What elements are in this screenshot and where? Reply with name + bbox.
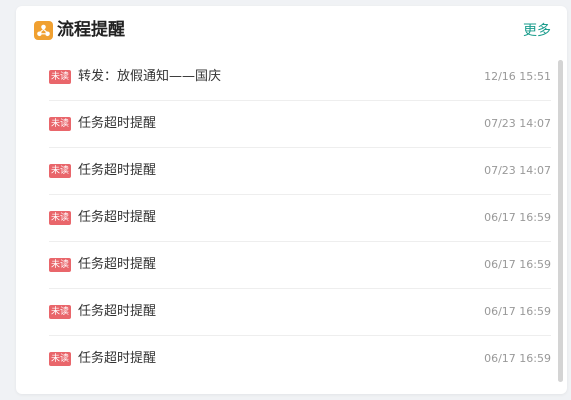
unread-badge: 未读 xyxy=(49,211,72,225)
reminder-list: 未读 转发：放假通知——国庆 12/16 15:51 未读 任务超时提醒 07/… xyxy=(49,54,551,382)
reminder-title[interactable]: 任务超时提醒 xyxy=(78,208,156,228)
unread-badge: 未读 xyxy=(49,305,72,319)
reminder-title[interactable]: 转发：放假通知——国庆 xyxy=(78,67,221,87)
reminder-time: 06/17 16:59 xyxy=(484,352,551,365)
unread-badge: 未读 xyxy=(49,117,72,131)
unread-badge: 未读 xyxy=(49,352,72,366)
reminder-time: 06/17 16:59 xyxy=(484,258,551,271)
reminder-time: 12/16 15:51 xyxy=(484,70,551,83)
list-item[interactable]: 未读 任务超时提醒 06/17 16:59 xyxy=(49,289,551,336)
reminder-time: 07/23 14:07 xyxy=(484,164,551,177)
reminder-time: 06/17 16:59 xyxy=(484,211,551,224)
unread-badge: 未读 xyxy=(49,70,72,84)
reminder-title[interactable]: 任务超时提醒 xyxy=(78,255,156,275)
reminder-title[interactable]: 任务超时提醒 xyxy=(78,349,156,369)
reminder-time: 06/17 16:59 xyxy=(484,305,551,318)
reminder-title[interactable]: 任务超时提醒 xyxy=(78,302,156,322)
reminder-title[interactable]: 任务超时提醒 xyxy=(78,114,156,134)
list-item[interactable]: 未读 转发：放假通知——国庆 12/16 15:51 xyxy=(49,54,551,101)
card-header: 流程提醒 更多 xyxy=(16,6,567,56)
unread-badge: 未读 xyxy=(49,258,72,272)
list-item[interactable]: 未读 任务超时提醒 06/17 16:59 xyxy=(49,336,551,382)
process-reminder-card: 流程提醒 更多 未读 转发：放假通知——国庆 12/16 15:51 未读 任务… xyxy=(16,6,567,394)
card-title: 流程提醒 xyxy=(57,20,125,40)
more-link[interactable]: 更多 xyxy=(523,21,551,41)
scrollbar-thumb[interactable] xyxy=(558,60,563,382)
list-item[interactable]: 未读 任务超时提醒 07/23 14:07 xyxy=(49,148,551,195)
list-item[interactable]: 未读 任务超时提醒 07/23 14:07 xyxy=(49,101,551,148)
unread-badge: 未读 xyxy=(49,164,72,178)
list-item[interactable]: 未读 任务超时提醒 06/17 16:59 xyxy=(49,242,551,289)
reminder-time: 07/23 14:07 xyxy=(484,117,551,130)
list-scrollbar[interactable] xyxy=(558,60,563,382)
list-item[interactable]: 未读 任务超时提醒 06/17 16:59 xyxy=(49,195,551,242)
process-icon xyxy=(34,21,53,40)
reminder-title[interactable]: 任务超时提醒 xyxy=(78,161,156,181)
